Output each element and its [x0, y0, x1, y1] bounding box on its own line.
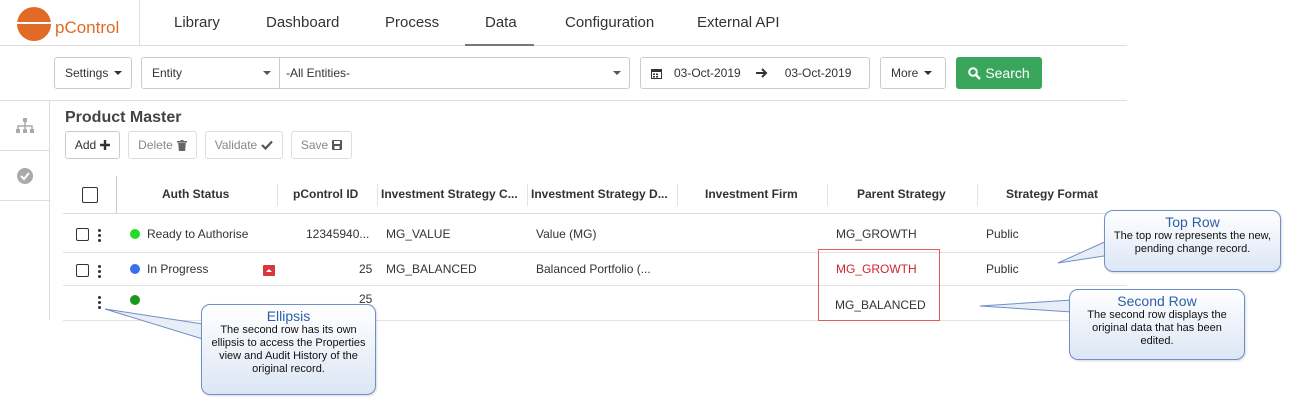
callout-top-row: Top Row The top row represents the new, …: [1104, 210, 1281, 272]
callout-body: The top row represents the new, pending …: [1113, 230, 1272, 255]
callout-body: The second row has its own ellipsis to a…: [211, 324, 366, 375]
callout-title: Top Row: [1165, 214, 1220, 230]
callout-second-row: Second Row The second row displays the o…: [1069, 289, 1245, 360]
callout-ellipsis: Ellipsis The second row has its own elli…: [201, 304, 376, 395]
callout-title: Ellipsis: [266, 308, 311, 324]
callout-body: The second row displays the original dat…: [1087, 309, 1227, 347]
callout-title: Second Row: [1117, 293, 1197, 309]
